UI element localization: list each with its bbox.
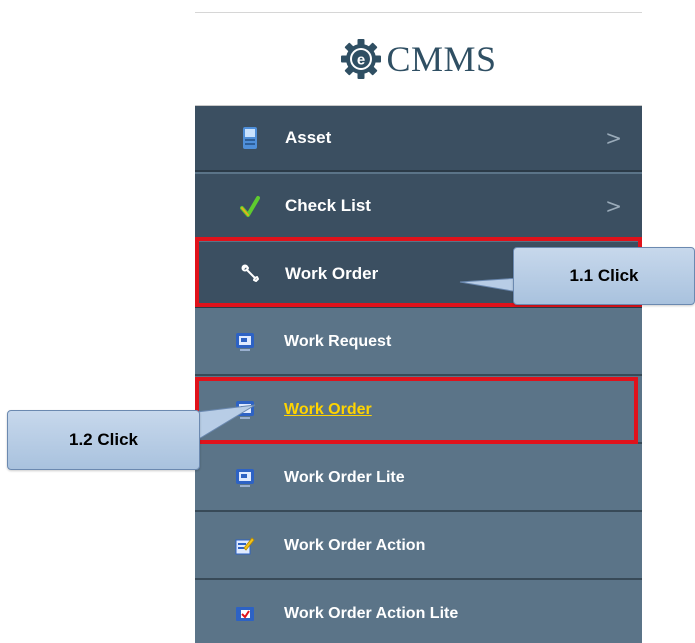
- submenu-item-work-order-action-lite[interactable]: Work Order Action Lite: [195, 582, 642, 643]
- sidebar-item-label: Asset: [285, 128, 332, 147]
- sidebar-item-label: Work Order: [285, 264, 379, 283]
- chevron-right-icon: >: [605, 194, 622, 218]
- callout-pointer: [196, 404, 256, 441]
- asset-icon: [240, 126, 260, 150]
- screenshot-stage: e CMMS Asset > Check List > Work Order W…: [0, 0, 695, 643]
- callout-text: 1.1 Click: [569, 266, 639, 285]
- app-logo-text: CMMS: [386, 39, 497, 79]
- submenu-item-label: Work Order Lite: [284, 469, 405, 486]
- svg-text:e: e: [357, 52, 365, 69]
- wrench-icon: [240, 262, 260, 286]
- gear-e-icon: e: [340, 38, 382, 80]
- logo-bar: e CMMS: [195, 13, 642, 106]
- checkbox-icon: [235, 604, 255, 624]
- checkmark-icon: [240, 194, 260, 218]
- submenu-item-label: Work Order Action Lite: [284, 605, 459, 622]
- submenu-item-work-request[interactable]: Work Request: [195, 310, 642, 376]
- callout-step-1-1: 1.1 Click: [513, 247, 695, 305]
- submenu-item-work-order-action[interactable]: Work Order Action: [195, 514, 642, 580]
- sidebar-item-label: Check List: [285, 196, 371, 215]
- callout-step-1-2: 1.2 Click: [7, 410, 200, 470]
- monitor-icon: [235, 468, 255, 488]
- submenu-item-label-active[interactable]: Work Order: [284, 401, 372, 419]
- edit-icon: [235, 536, 255, 556]
- chevron-right-icon: >: [605, 126, 622, 150]
- submenu-item-label: Work Order Action: [284, 537, 426, 554]
- sidebar-item-asset[interactable]: Asset >: [195, 106, 642, 172]
- sidebar-menu: e CMMS Asset > Check List > Work Order W…: [195, 12, 642, 643]
- callout-text: 1.2 Click: [69, 430, 138, 449]
- sidebar-item-check-list[interactable]: Check List >: [195, 174, 642, 240]
- monitor-icon: [235, 332, 255, 352]
- submenu-item-label: Work Request: [284, 333, 392, 350]
